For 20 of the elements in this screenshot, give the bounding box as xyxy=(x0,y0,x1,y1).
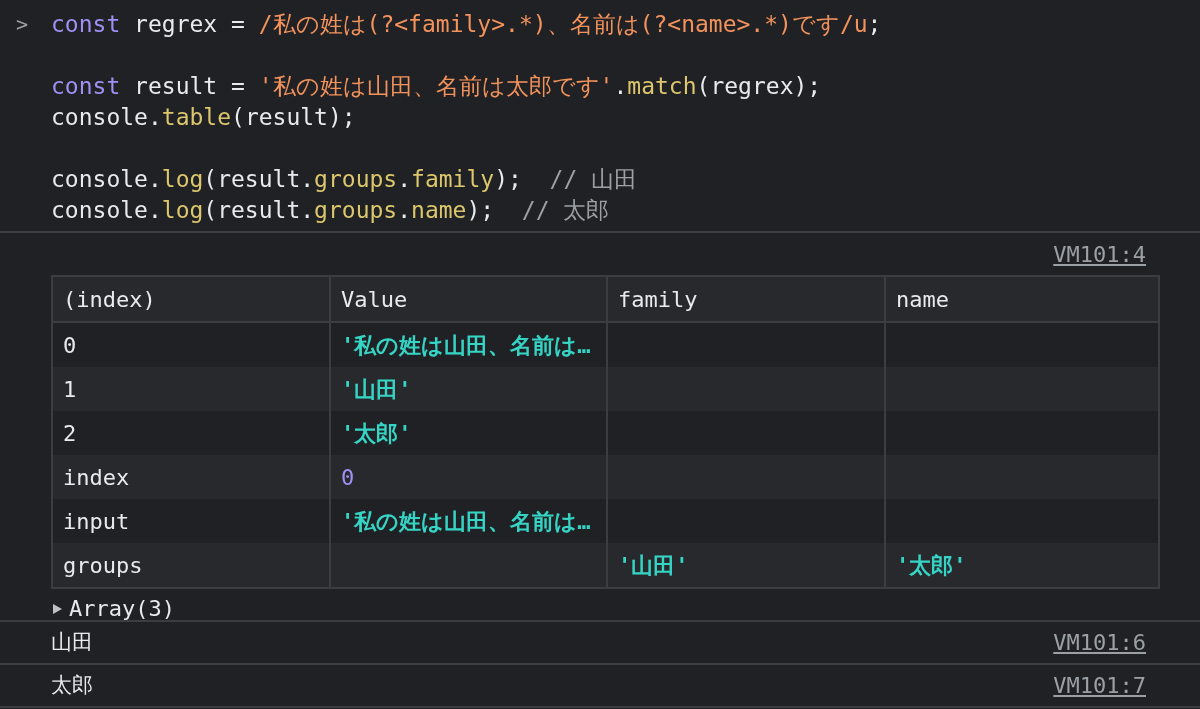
table-cell: '山田' xyxy=(608,543,886,587)
expand-triangle-icon xyxy=(51,603,63,615)
source-link[interactable]: VM101:6 xyxy=(1053,626,1146,659)
table-cell-text: '太郎' xyxy=(895,551,968,580)
column-header[interactable]: family xyxy=(608,277,886,323)
source-link[interactable]: VM101:4 xyxy=(1053,241,1146,269)
code-line: const result = '私の姓は山田、名前は太郎です'.match(regrex); xyxy=(51,72,822,101)
code-line: console.table(result); xyxy=(51,103,356,132)
table-cell: groups xyxy=(53,543,331,587)
prompt-chevron: > xyxy=(16,12,29,36)
column-header[interactable]: (index) xyxy=(53,277,331,323)
column-header[interactable]: Value xyxy=(331,277,608,323)
array-summary[interactable]: Array(3) xyxy=(51,593,175,625)
code-line: console.log(result.groups.name); // 太郎 xyxy=(51,196,610,225)
source-link[interactable]: VM101:7 xyxy=(1053,669,1146,702)
code-line: const regrex = /私の姓は(?<family>.*)、名前は(?<name>.*)です/u; xyxy=(51,10,882,39)
log-text: 山田 xyxy=(51,628,93,656)
column-header[interactable]: name xyxy=(886,277,1158,323)
code-line: console.log(result.groups.family); // 山田 xyxy=(51,165,638,194)
log-text: 太郎 xyxy=(51,671,93,699)
